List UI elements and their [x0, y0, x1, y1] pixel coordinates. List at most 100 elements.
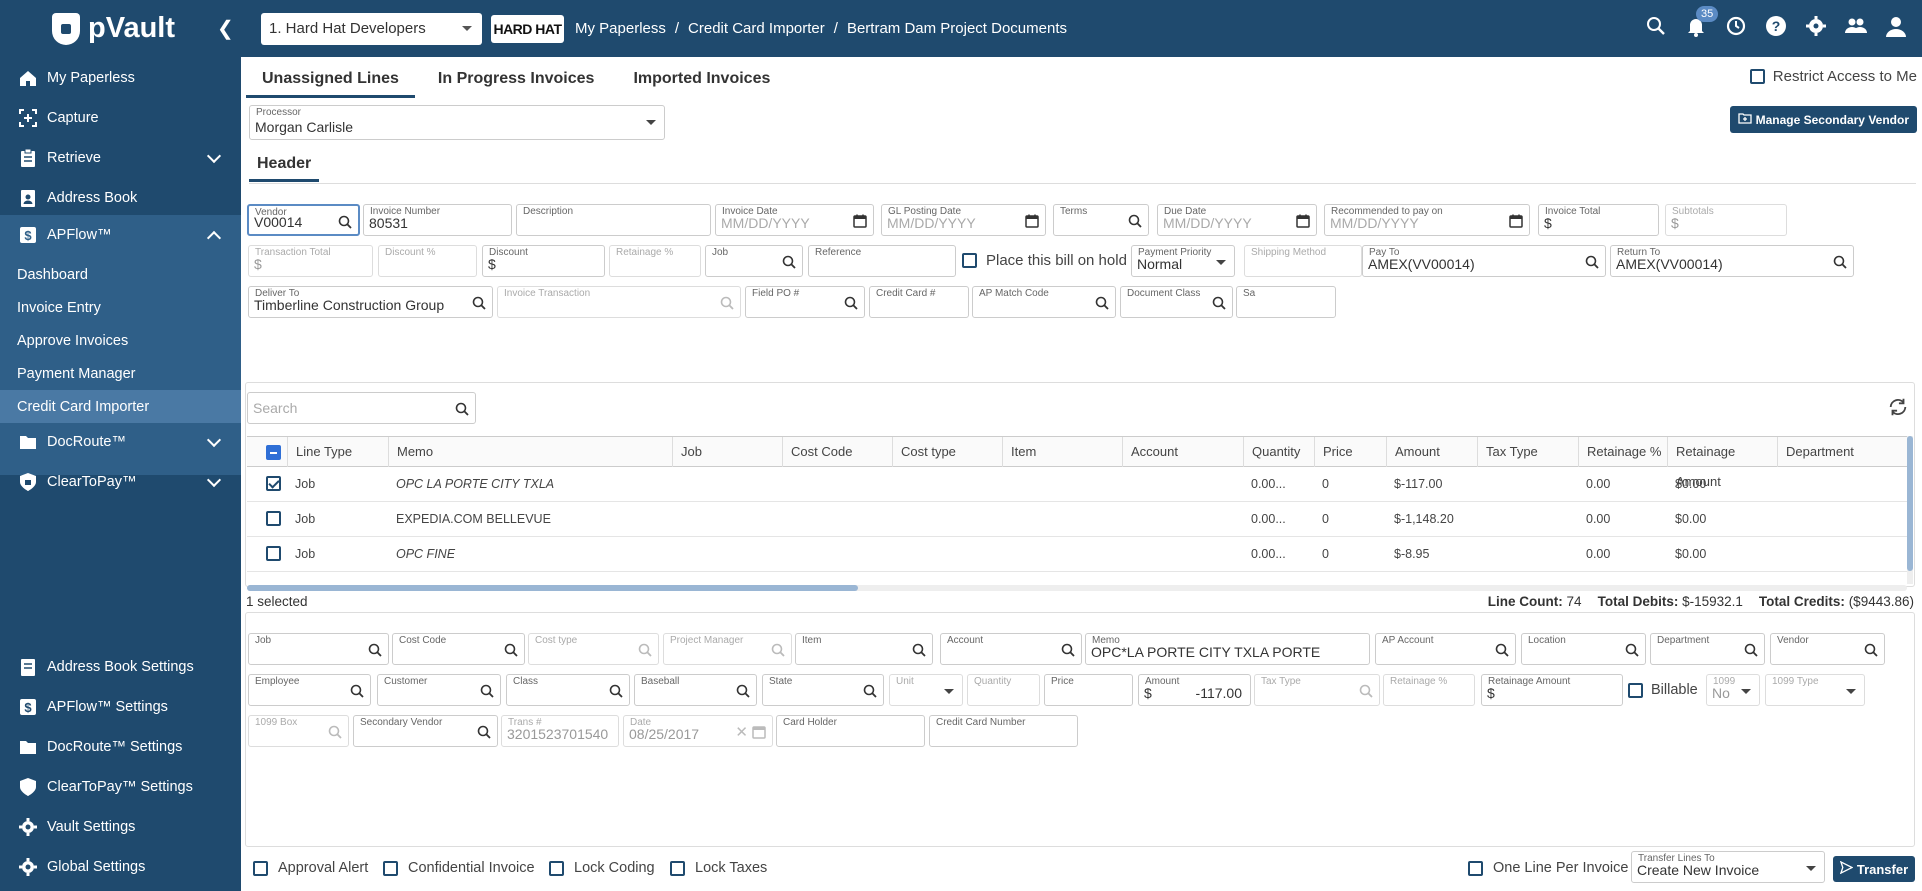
header-terms-field[interactable]: Terms	[1053, 204, 1149, 236]
tab-imported-invoices[interactable]: Imported Invoices	[617, 62, 786, 98]
line-class-field[interactable]: Class	[506, 674, 630, 706]
checkbox[interactable]	[266, 445, 281, 460]
search-icon[interactable]	[736, 684, 750, 698]
header-credit-card-field[interactable]: Credit Card #	[869, 286, 969, 318]
line-secondary-vendor-field[interactable]: Secondary Vendor	[353, 715, 498, 747]
search-icon[interactable]	[1212, 296, 1226, 310]
header-discount-field[interactable]: Discount $	[482, 245, 605, 277]
sidebar-item-address-book[interactable]: Address Book	[0, 178, 241, 218]
scrollbar-thumb[interactable]	[247, 585, 858, 591]
checkbox[interactable]	[266, 476, 281, 491]
header-payment-priority-field[interactable]: Payment Priority Normal	[1131, 245, 1235, 277]
row-checkbox-cell[interactable]	[247, 502, 287, 536]
search-icon[interactable]	[480, 684, 494, 698]
header-recommended-to-pay-on-field[interactable]: Recommended to pay on MM/DD/YYYY	[1324, 204, 1530, 236]
header-reference-field[interactable]: Reference	[808, 245, 956, 277]
transfer-button[interactable]: Transfer	[1833, 856, 1915, 882]
company-select[interactable]: 1. Hard Hat Developers	[261, 13, 482, 45]
header-document-class-field[interactable]: Document Class	[1120, 286, 1233, 318]
sidebar-item-retrieve[interactable]: Retrieve	[0, 138, 241, 178]
checkbox[interactable]	[383, 860, 398, 876]
checkbox[interactable]	[549, 860, 564, 876]
search-icon[interactable]	[338, 215, 352, 229]
vertical-scrollbar[interactable]	[1907, 436, 1913, 584]
place-on-hold-checkbox[interactable]: Place this bill on hold	[962, 252, 1127, 269]
sidebar-item-global-settings[interactable]: Global Settings	[0, 847, 241, 887]
line-ap-account-field[interactable]: AP Account	[1375, 633, 1516, 665]
search-icon[interactable]	[1128, 214, 1142, 228]
tab-unassigned-lines[interactable]: Unassigned Lines	[246, 62, 415, 98]
sidebar-subitem-credit-card-importer[interactable]: Credit Card Importer	[0, 390, 241, 423]
line-account-field[interactable]: Account	[940, 633, 1082, 665]
column-header[interactable]: Price	[1314, 437, 1386, 467]
header-invoice-total-field[interactable]: Invoice Total $	[1538, 204, 1659, 236]
checkbox[interactable]	[266, 546, 281, 561]
line-cost-code-field[interactable]: Cost Code	[392, 633, 525, 665]
restrict-access-checkbox[interactable]: Restrict Access to Me	[1749, 68, 1917, 85]
collapse-sidebar-icon[interactable]: ❮	[217, 16, 234, 41]
header-job-field[interactable]: Job	[705, 245, 803, 277]
search-icon[interactable]	[912, 643, 926, 657]
column-header[interactable]: Quantity	[1243, 437, 1314, 467]
sidebar-subitem-dashboard[interactable]: Dashboard	[0, 258, 241, 291]
pvault-logo[interactable]: pVault	[52, 12, 175, 45]
checkbox[interactable]	[1468, 860, 1483, 876]
sidebar-item-cleartopay[interactable]: ClearToPay™	[0, 462, 241, 502]
sidebar-item-docroute-settings[interactable]: DocRoute™ Settings	[0, 727, 241, 767]
column-header[interactable]: Account	[1122, 437, 1243, 467]
column-header[interactable]: Retainage %	[1578, 437, 1667, 467]
sidebar-item-apflow[interactable]: $ APFlow™	[0, 215, 241, 255]
checkbox[interactable]	[1628, 682, 1643, 698]
column-header[interactable]: Retainage Amount	[1667, 437, 1777, 489]
search-icon[interactable]	[350, 684, 364, 698]
header-ap-match-code-field[interactable]: AP Match Code	[972, 286, 1116, 318]
header-pay-to-field[interactable]: Pay To AMEX(VV00014)	[1362, 245, 1606, 277]
sidebar-item-vault-settings[interactable]: Vault Settings	[0, 807, 241, 847]
header-due-date-field[interactable]: Due Date MM/DD/YYYY	[1157, 204, 1317, 236]
sidebar-item-docroute[interactable]: DocRoute™	[0, 422, 241, 462]
checkbox[interactable]	[1749, 69, 1765, 84]
processor-select[interactable]: Processor Morgan Carlisle	[249, 105, 665, 140]
header-invoice-date-field[interactable]: Invoice Date MM/DD/YYYY	[715, 204, 874, 236]
line-card-holder-field[interactable]: Card Holder	[776, 715, 925, 747]
one-line-per-invoice-checkbox[interactable]: One Line Per Invoice	[1468, 860, 1628, 876]
search-icon[interactable]	[472, 296, 486, 310]
sidebar-subitem-approve-invoices[interactable]: Approve Invoices	[0, 324, 241, 357]
horizontal-scrollbar[interactable]	[247, 585, 1907, 591]
breadcrumb-project-documents[interactable]: Bertram Dam Project Documents	[847, 20, 1067, 37]
line-memo-field[interactable]: Memo OPC*LA PORTE CITY TXLA PORTE	[1085, 633, 1370, 665]
column-header[interactable]: Tax Type	[1477, 437, 1578, 467]
checkbox[interactable]	[670, 860, 685, 876]
search-icon[interactable]	[1744, 643, 1758, 657]
header-sa-field[interactable]: Sa	[1236, 286, 1336, 318]
approval-alert-checkbox[interactable]: Approval Alert	[253, 860, 368, 876]
search-icon[interactable]	[1625, 643, 1639, 657]
refresh-icon[interactable]	[1887, 396, 1909, 418]
column-header[interactable]: Amount	[1386, 437, 1477, 467]
search-icon[interactable]	[477, 725, 491, 739]
settings-gear-icon[interactable]	[1804, 14, 1828, 38]
breadcrumb-my-paperless[interactable]: My Paperless	[575, 20, 666, 37]
column-header[interactable]: Line Type	[287, 437, 388, 467]
tab-header[interactable]: Header	[249, 153, 320, 182]
line-baseball-field[interactable]: Baseball	[634, 674, 757, 706]
line-employee-field[interactable]: Employee	[248, 674, 371, 706]
search-icon[interactable]	[1061, 643, 1075, 657]
bell-icon[interactable]: 35	[1684, 6, 1719, 38]
sidebar-subitem-payment-manager[interactable]: Payment Manager	[0, 357, 241, 390]
checkbox[interactable]	[253, 860, 268, 876]
row-checkbox-cell[interactable]	[247, 467, 287, 501]
line-department-field[interactable]: Department	[1650, 633, 1765, 665]
column-header[interactable]: Cost type	[892, 437, 1002, 467]
search-icon[interactable]	[1833, 255, 1847, 269]
search-icon[interactable]	[368, 643, 382, 657]
billable-checkbox[interactable]: Billable	[1628, 682, 1698, 698]
search-icon[interactable]	[1864, 643, 1878, 657]
line-state-field[interactable]: State	[762, 674, 884, 706]
transfer-lines-to-select[interactable]: Transfer Lines To Create New Invoice	[1631, 851, 1825, 883]
line-vendor-field[interactable]: Vendor	[1770, 633, 1885, 665]
search-icon[interactable]	[609, 684, 623, 698]
header-return-to-field[interactable]: Return To AMEX(VV00014)	[1610, 245, 1854, 277]
header-deliver-to-field[interactable]: Deliver To Timberline Construction Group	[248, 286, 493, 318]
search-icon[interactable]	[844, 296, 858, 310]
